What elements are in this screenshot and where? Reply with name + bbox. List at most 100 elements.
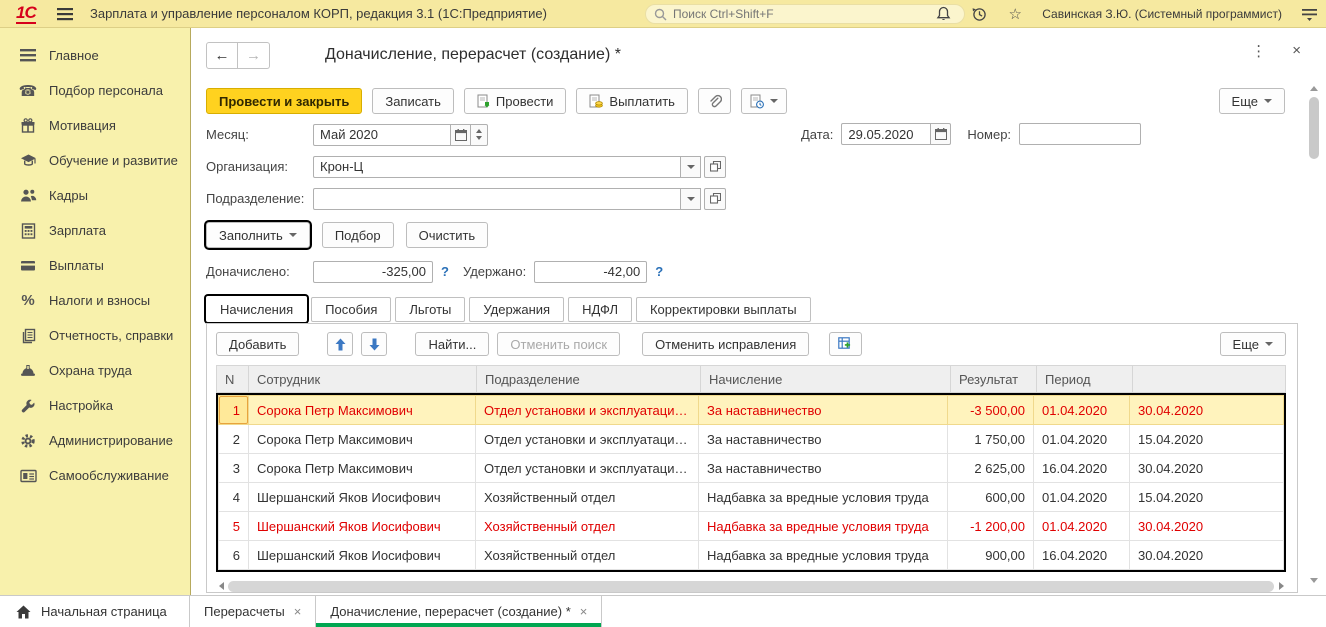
doc-more-button[interactable]: Еще [1218, 88, 1285, 114]
withheld-input[interactable] [534, 260, 648, 283]
post-and-close-button[interactable]: Провести и закрыть [206, 88, 363, 114]
col-department[interactable]: Подразделение [476, 365, 701, 393]
sidebar-item-training[interactable]: Обучение и развитие [0, 143, 190, 178]
department-open-icon[interactable] [704, 187, 726, 210]
sidebar-item-labor-safety[interactable]: Охрана труда [0, 353, 190, 388]
notifications-bell-icon[interactable] [934, 5, 952, 23]
col-result[interactable]: Результат [950, 365, 1037, 393]
graduation-cap-icon [18, 152, 38, 169]
sidebar-item-main[interactable]: Главное [0, 38, 190, 73]
home-page-tab[interactable]: Начальная страница [0, 596, 190, 627]
pay-button[interactable]: Выплатить [576, 88, 688, 114]
organization-open-icon[interactable] [704, 155, 726, 178]
search-input[interactable] [673, 7, 956, 21]
wrench-icon [18, 397, 38, 414]
table-row[interactable]: 4 Шершанский Яков Иосифович Хозяйственны… [218, 482, 1284, 512]
table-row[interactable]: 1 Сорока Петр Максимович Отдел установки… [218, 395, 1284, 425]
attachments-button[interactable] [697, 88, 731, 114]
col-accrual[interactable]: Начисление [700, 365, 951, 393]
tab-privileges[interactable]: Льготы [395, 297, 466, 322]
number-input[interactable] [1019, 123, 1142, 145]
tab-payout-adjustments[interactable]: Корректировки выплаты [635, 297, 811, 322]
1c-logo: 1С [16, 3, 37, 24]
scroll-left-icon[interactable] [216, 582, 226, 590]
global-search[interactable] [645, 4, 965, 24]
sidebar-item-settings[interactable]: Настройка [0, 388, 190, 423]
main-menu-icon[interactable] [56, 6, 74, 22]
id-card-icon [18, 467, 38, 484]
department-input[interactable] [313, 187, 681, 210]
window-menu-icon[interactable]: ⋮ [1251, 42, 1266, 60]
sidebar-item-recruitment[interactable]: ☎ Подбор персонала [0, 73, 190, 108]
tab-ndfl[interactable]: НДФЛ [568, 297, 632, 322]
grid-header: N Сотрудник Подразделение Начисление Рез… [216, 365, 1286, 393]
post-button[interactable]: Провести [463, 88, 567, 114]
sidebar-item-salary[interactable]: Зарплата [0, 213, 190, 248]
withheld-help-link[interactable]: ? [655, 264, 663, 279]
select-button[interactable]: Подбор [321, 222, 394, 248]
history-icon[interactable] [970, 5, 988, 23]
accrued-help-link[interactable]: ? [441, 264, 449, 279]
document-window: ← → Доначисление, перерасчет (создание) … [190, 28, 1326, 595]
close-tab-icon[interactable]: × [294, 604, 302, 619]
sidebar-item-reports[interactable]: Отчетность, справки [0, 318, 190, 353]
change-form-button[interactable] [829, 332, 863, 356]
fill-button[interactable]: Заполнить [206, 222, 310, 248]
move-down-button[interactable] [361, 332, 388, 356]
grid-more-button[interactable]: Еще [1219, 332, 1286, 356]
accrued-input[interactable] [313, 260, 433, 283]
col-period-end[interactable] [1132, 365, 1286, 393]
forward-button[interactable]: → [238, 41, 270, 69]
table-row[interactable]: 5 Шершанский Яков Иосифович Хозяйственны… [218, 511, 1284, 541]
sidebar-item-taxes[interactable]: % Налоги и взносы [0, 283, 190, 318]
horizontal-scroll-thumb[interactable] [228, 580, 1274, 592]
chevron-down-icon [288, 233, 297, 237]
find-button[interactable]: Найти... [415, 332, 490, 356]
add-row-button[interactable]: Добавить [216, 332, 300, 356]
scroll-up-icon[interactable] [1310, 86, 1318, 91]
organization-input[interactable] [313, 155, 681, 178]
favorites-star-icon[interactable]: ☆ [1006, 5, 1024, 23]
window-tab-current-document[interactable]: Доначисление, перерасчет (создание) * × [316, 596, 603, 627]
number-label: Номер: [967, 126, 1012, 142]
month-label: Месяц: [206, 127, 249, 142]
organization-dropdown-icon[interactable] [681, 155, 701, 178]
col-employee[interactable]: Сотрудник [248, 365, 477, 393]
cancel-search-button[interactable]: Отменить поиск [497, 332, 621, 356]
undo-corrections-button[interactable]: Отменить исправления [642, 332, 810, 356]
window-tab-recalculations[interactable]: Перерасчеты × [190, 596, 317, 627]
sidebar-item-hr[interactable]: Кадры [0, 178, 190, 213]
table-row[interactable]: 6 Шершанский Яков Иосифович Хозяйственны… [218, 540, 1284, 570]
sidebar-item-motivation[interactable]: Мотивация [0, 108, 190, 143]
table-row[interactable]: 2 Сорока Петр Максимович Отдел установки… [218, 424, 1284, 454]
date-calendar-icon[interactable] [931, 123, 952, 145]
move-up-button[interactable] [327, 332, 354, 356]
tab-accruals[interactable]: Начисления [206, 296, 308, 322]
tab-benefits[interactable]: Пособия [311, 297, 392, 322]
service-menu-icon[interactable] [1300, 5, 1318, 23]
date-input[interactable] [841, 123, 932, 145]
vertical-scrollbar[interactable] [1307, 86, 1321, 583]
write-button[interactable]: Записать [372, 88, 454, 114]
sidebar-item-administration[interactable]: Администрирование [0, 423, 190, 458]
close-icon[interactable]: × [1292, 42, 1301, 60]
month-input[interactable] [313, 123, 451, 146]
sidebar-item-self-service[interactable]: Самообслуживание [0, 458, 190, 493]
month-calendar-icon[interactable] [451, 123, 471, 146]
schedule-document-button[interactable] [740, 88, 787, 114]
horizontal-scrollbar[interactable] [216, 579, 1286, 593]
department-dropdown-icon[interactable] [681, 187, 701, 210]
col-period[interactable]: Период [1036, 365, 1133, 393]
tab-deductions[interactable]: Удержания [469, 297, 565, 322]
table-row[interactable]: 3 Сорока Петр Максимович Отдел установки… [218, 453, 1284, 483]
month-spinner[interactable] [471, 123, 488, 146]
scroll-right-icon[interactable] [1276, 582, 1286, 590]
close-tab-icon[interactable]: × [580, 604, 588, 619]
clear-button[interactable]: Очистить [405, 222, 489, 248]
back-button[interactable]: ← [206, 41, 238, 69]
current-user[interactable]: Савинская З.Ю. (Системный программист) [1042, 7, 1282, 21]
col-n[interactable]: N [216, 365, 249, 393]
vertical-scroll-thumb[interactable] [1309, 97, 1319, 159]
scroll-down-icon[interactable] [1310, 578, 1318, 583]
sidebar-item-payments[interactable]: Выплаты [0, 248, 190, 283]
